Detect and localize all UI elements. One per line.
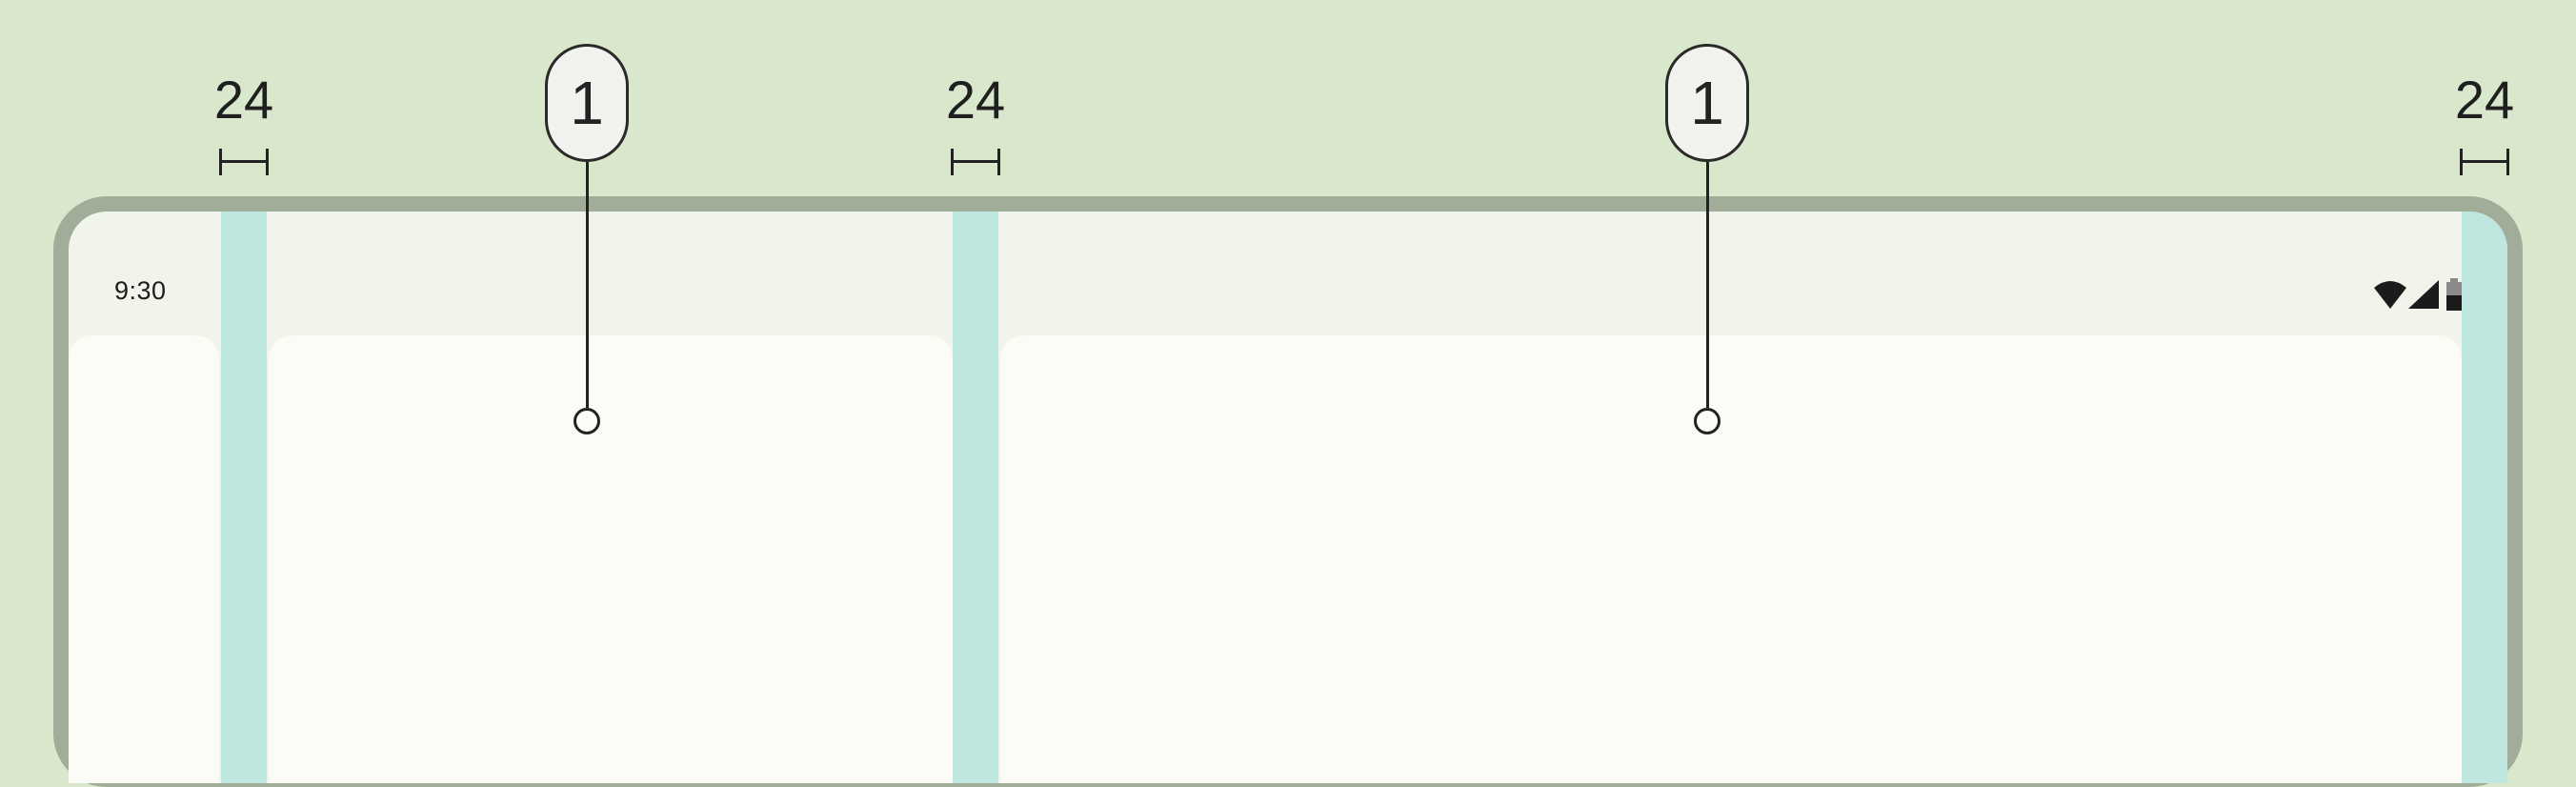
right-margin-highlight (2462, 212, 2507, 783)
status-bar-time: 9:30 (114, 276, 167, 305)
detail-pane (1000, 335, 2462, 783)
margin-left-bracket (219, 149, 269, 175)
battery-icon (2446, 278, 2462, 311)
callout-marker-detail-pane (1694, 408, 1721, 434)
wifi-icon (2374, 281, 2406, 309)
callout-line-detail-pane (1706, 162, 1709, 408)
cellular-signal-icon (2408, 280, 2439, 309)
gutter-middle-bracket (951, 149, 1000, 175)
callout-line-list-pane (586, 162, 589, 408)
margin-right-bracket (2460, 149, 2509, 175)
list-pane (269, 335, 953, 783)
left-edge-pane (69, 335, 219, 783)
margin-left-label: 24 (213, 70, 274, 130)
gutter-middle-label: 24 (945, 70, 1006, 130)
margin-right-label: 24 (2454, 70, 2515, 130)
device-screen: 9:30 (69, 212, 2507, 783)
left-margin-highlight (221, 212, 267, 783)
middle-gutter-highlight (953, 212, 998, 783)
callout-badge-list-pane: 1 (545, 44, 629, 162)
callout-marker-list-pane (574, 408, 600, 434)
callout-badge-detail-pane: 1 (1665, 44, 1749, 162)
